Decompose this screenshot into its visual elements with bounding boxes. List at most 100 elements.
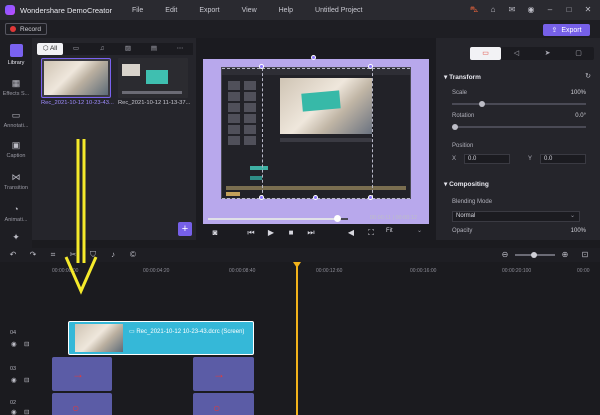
volume-icon[interactable]: ◀ bbox=[346, 228, 356, 237]
compositing-header-label: Compositing bbox=[449, 181, 489, 188]
minimize-icon[interactable]: – bbox=[544, 4, 556, 16]
menu-file[interactable]: File bbox=[132, 7, 143, 14]
music-icon: ♫ bbox=[99, 45, 105, 52]
ruler-tick: 00:00:16:00 bbox=[410, 268, 437, 274]
effects-icon: ▦ bbox=[11, 78, 21, 88]
eye-icon[interactable]: ◉ bbox=[11, 376, 17, 384]
maximize-icon[interactable]: □ bbox=[563, 4, 575, 16]
title-bar: Wondershare DemoCreator File Edit Export… bbox=[0, 0, 600, 20]
undo-icon[interactable]: ↶ bbox=[8, 250, 18, 259]
sidebar: Library ▦ Effects S... ▭ Annotati... ▣ C… bbox=[0, 38, 32, 248]
tab-video-properties[interactable]: ▭ bbox=[470, 47, 501, 60]
sidebar-item-library[interactable]: Library bbox=[0, 44, 32, 66]
annotation-clip[interactable]: → bbox=[193, 357, 254, 391]
position-x-input[interactable]: 0.0 bbox=[464, 154, 510, 164]
menu-edit[interactable]: Edit bbox=[165, 7, 177, 14]
position-y-input[interactable]: 0.0 bbox=[540, 154, 586, 164]
microphone-icon[interactable]: ♪ bbox=[108, 250, 118, 259]
track-number: 02 bbox=[10, 400, 17, 406]
add-media-button[interactable]: + bbox=[178, 222, 192, 236]
preview-scrubber[interactable] bbox=[208, 215, 348, 222]
cart-icon[interactable]: ⛍ bbox=[468, 4, 480, 16]
export-button[interactable]: ⇪ Export bbox=[543, 24, 590, 36]
snapshot-icon[interactable]: ◙ bbox=[210, 228, 220, 237]
annotation-clip[interactable]: ○ bbox=[52, 393, 112, 415]
compositing-section-header[interactable]: ▾ Compositing bbox=[444, 180, 489, 188]
sidebar-item-caption[interactable]: ▣ Caption bbox=[0, 140, 32, 159]
slider-knob[interactable] bbox=[531, 252, 537, 258]
tab-more[interactable]: ⋯ bbox=[167, 43, 193, 55]
tab-video[interactable]: ▭ bbox=[63, 43, 89, 55]
media-thumbnail-2[interactable] bbox=[118, 58, 188, 98]
sidebar-item-transition[interactable]: ⋈ Transition bbox=[0, 172, 32, 191]
close-icon[interactable]: ✕ bbox=[582, 4, 594, 16]
transform-handle[interactable] bbox=[368, 195, 373, 200]
record-button[interactable]: Record bbox=[5, 23, 47, 35]
sidebar-item-label: Effects S... bbox=[2, 91, 30, 97]
rotation-slider[interactable] bbox=[452, 124, 586, 130]
position-x-label: X bbox=[452, 156, 457, 162]
timeline-zoom-slider[interactable] bbox=[515, 252, 555, 258]
mail-icon[interactable]: ✉ bbox=[506, 4, 518, 16]
overlay-arrow-icon bbox=[64, 139, 98, 295]
preview-video-frame[interactable] bbox=[221, 67, 411, 199]
menu-view[interactable]: View bbox=[242, 7, 257, 14]
fit-timeline-icon[interactable]: ⊡ bbox=[580, 250, 590, 259]
lock-icon[interactable]: ⊟ bbox=[24, 408, 29, 415]
skip-forward-icon[interactable]: ⏭ bbox=[306, 228, 316, 238]
eye-icon[interactable]: ◉ bbox=[11, 340, 17, 348]
transform-handle[interactable] bbox=[259, 195, 264, 200]
lock-icon[interactable]: ⊟ bbox=[24, 376, 29, 384]
gift-icon[interactable]: ⌂ bbox=[487, 4, 499, 16]
transform-handle[interactable] bbox=[368, 64, 373, 69]
tab-cursor-properties[interactable]: ➤ bbox=[532, 47, 563, 60]
tab-audio-properties[interactable]: ◁ bbox=[501, 47, 532, 60]
zoom-out-icon[interactable]: ⊖ bbox=[500, 250, 510, 259]
fit-dropdown[interactable]: Fit ⌄ bbox=[384, 226, 424, 236]
scrubber-knob[interactable] bbox=[333, 215, 341, 222]
zoom-in-icon[interactable]: ⊕ bbox=[560, 250, 570, 259]
annotation-icon: ▭ bbox=[11, 110, 21, 120]
sidebar-item-magic[interactable]: ✦ bbox=[0, 232, 32, 244]
tab-image[interactable]: ▨ bbox=[115, 43, 141, 55]
video-clip[interactable]: ▭ Rec_2021-10-12 10-23-43.dcrc (Screen) bbox=[68, 321, 254, 355]
media-thumbnail-1[interactable] bbox=[41, 58, 111, 98]
annotation-clip[interactable]: → bbox=[52, 357, 112, 391]
sidebar-item-effects[interactable]: ▦ Effects S... bbox=[0, 78, 32, 97]
stop-icon[interactable]: ■ bbox=[286, 228, 296, 237]
tab-audio[interactable]: ♫ bbox=[89, 43, 115, 55]
skip-back-icon[interactable]: ⏮ bbox=[246, 228, 256, 238]
transform-handle[interactable] bbox=[259, 64, 264, 69]
library-icon bbox=[9, 44, 23, 57]
annotation-clip[interactable]: ○ bbox=[193, 393, 254, 415]
transform-handle[interactable] bbox=[313, 195, 318, 200]
user-icon[interactable]: ◉ bbox=[525, 4, 537, 16]
redo-icon[interactable]: ↷ bbox=[28, 250, 38, 259]
slider-knob[interactable] bbox=[452, 124, 458, 130]
slider-knob[interactable] bbox=[478, 101, 485, 107]
sidebar-item-annotation[interactable]: ▭ Annotati... bbox=[0, 110, 32, 129]
fit-label: Fit bbox=[386, 228, 393, 234]
menu-help[interactable]: Help bbox=[279, 7, 293, 14]
scale-slider[interactable] bbox=[452, 101, 586, 107]
sidebar-item-animation[interactable]: ◔ Animati... bbox=[0, 204, 32, 223]
transform-section-header[interactable]: ▾ Transform bbox=[444, 73, 481, 81]
speed-icon[interactable]: © bbox=[128, 250, 138, 259]
lock-icon[interactable]: ⊟ bbox=[24, 340, 29, 348]
sidebar-item-label: Animati... bbox=[4, 217, 28, 223]
fullscreen-icon[interactable]: ⛶ bbox=[366, 228, 376, 238]
tab-screen-properties[interactable]: ▢ bbox=[563, 47, 594, 60]
video-camera-icon: ▭ bbox=[482, 50, 489, 57]
reset-icon[interactable]: ↻ bbox=[585, 72, 591, 80]
menu-export[interactable]: Export bbox=[199, 7, 219, 14]
tab-screen[interactable]: ▤ bbox=[141, 43, 167, 55]
eye-icon[interactable]: ◉ bbox=[11, 408, 17, 415]
preview-controls: 00:00:11 | 00:00:12 ◙ ⏮ ▶ ■ ⏭ ◀ ⛶ Fit ⌄ bbox=[196, 208, 436, 240]
preview-canvas[interactable] bbox=[203, 55, 429, 224]
transform-handle[interactable] bbox=[311, 55, 316, 60]
circle-annotation-icon: ○ bbox=[72, 401, 80, 415]
blending-mode-select[interactable]: Normal ⌄ bbox=[452, 211, 580, 222]
play-icon[interactable]: ▶ bbox=[266, 228, 276, 237]
tab-all[interactable]: ⬡ All bbox=[37, 43, 63, 55]
playhead[interactable] bbox=[296, 262, 298, 415]
